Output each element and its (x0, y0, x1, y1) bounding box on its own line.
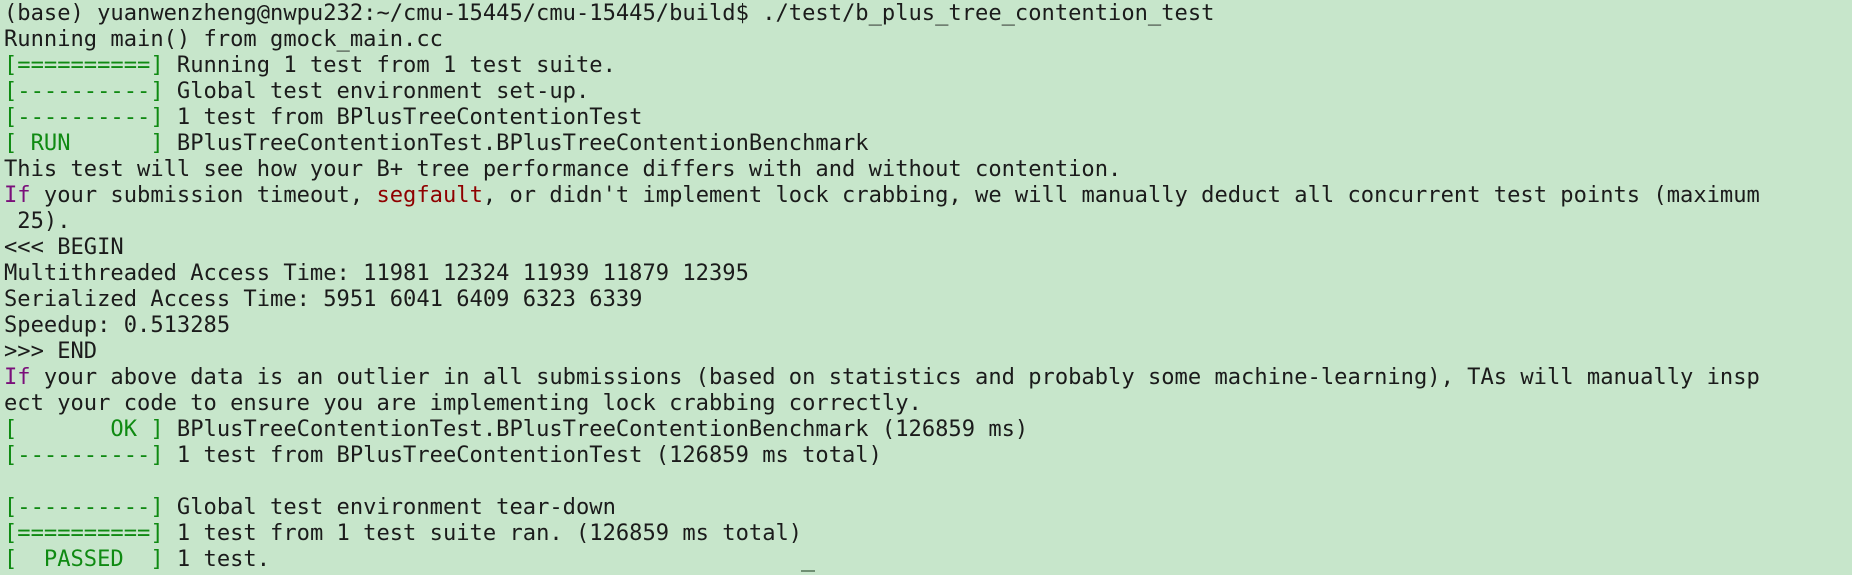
terminal-text: <<< BEGIN (4, 234, 124, 260)
terminal-text: Global test environment set-up. (163, 78, 590, 104)
terminal-text: 25). (4, 208, 71, 234)
gtest-status-marker: [==========] (4, 52, 164, 78)
terminal-line: 25). (4, 208, 1852, 234)
terminal-text: 1 test. (163, 546, 271, 572)
gtest-status-marker: [----------] (4, 442, 164, 468)
terminal-text: Speedup: 0.513285 (4, 312, 231, 338)
gtest-status-marker: [----------] (4, 78, 164, 104)
terminal-text: 1 test from BPlusTreeContentionTest (163, 104, 643, 130)
terminal-text: If (4, 182, 31, 208)
terminal-text: BPlusTreeContentionTest.BPlusTreeContent… (163, 130, 869, 156)
terminal-text: 1 test from BPlusTreeContentionTest (126… (163, 442, 882, 468)
gtest-status-marker: [ PASSED ] (4, 546, 164, 572)
terminal-text: your submission timeout, (30, 182, 377, 208)
terminal-text: (base) yuanwenzheng@nwpu232:~/cmu-15445/… (4, 0, 1215, 26)
terminal-text: Global test environment tear-down (163, 494, 616, 520)
terminal-line: >>> END (4, 338, 1852, 364)
terminal-text: BPlusTreeContentionTest.BPlusTreeContent… (163, 416, 1029, 442)
terminal-line: [ OK ] BPlusTreeContentionTest.BPlusTree… (4, 416, 1852, 442)
terminal-text: Multithreaded Access Time: 11981 12324 1… (4, 260, 749, 286)
gtest-status-marker: [ RUN ] (4, 130, 164, 156)
gtest-status-marker: [----------] (4, 494, 164, 520)
terminal-output[interactable]: (base) yuanwenzheng@nwpu232:~/cmu-15445/… (0, 0, 1852, 575)
terminal-line: [ PASSED ] 1 test. (4, 546, 1852, 572)
terminal-text: Running 1 test from 1 test suite. (163, 52, 616, 78)
terminal-line: [----------] 1 test from BPlusTreeConten… (4, 442, 1852, 468)
terminal-line: This test will see how your B+ tree perf… (4, 156, 1852, 182)
terminal-line: (base) yuanwenzheng@nwpu232:~/cmu-15445/… (4, 0, 1852, 26)
terminal-text: Running main() from gmock_main.cc (4, 26, 443, 52)
terminal-line: [ RUN ] BPlusTreeContentionTest.BPlusTre… (4, 130, 1852, 156)
terminal-text: >>> END (4, 338, 98, 364)
terminal-text: If (4, 364, 31, 390)
terminal-text: your above data is an outlier in all sub… (30, 364, 1760, 390)
terminal-line: <<< BEGIN (4, 234, 1852, 260)
terminal-line: If your above data is an outlier in all … (4, 364, 1852, 390)
terminal-text: 1 test from 1 test suite ran. (126859 ms… (163, 520, 803, 546)
terminal-line: Multithreaded Access Time: 11981 12324 1… (4, 260, 1852, 286)
terminal-text: This test will see how your B+ tree perf… (4, 156, 1122, 182)
gtest-status-marker: [ OK ] (4, 416, 164, 442)
terminal-line: If your submission timeout, segfault, or… (4, 182, 1852, 208)
terminal-line: [----------] Global test environment set… (4, 78, 1852, 104)
terminal-line: [==========] Running 1 test from 1 test … (4, 52, 1852, 78)
terminal-text: Serialized Access Time: 5951 6041 6409 6… (4, 286, 643, 312)
terminal-line: Speedup: 0.513285 (4, 312, 1852, 338)
terminal-text: ect your code to ensure you are implemen… (4, 390, 922, 416)
terminal-line: Running main() from gmock_main.cc (4, 26, 1852, 52)
terminal-line: [----------] Global test environment tea… (4, 494, 1852, 520)
terminal-line: ect your code to ensure you are implemen… (4, 390, 1852, 416)
terminal-text: segfault (376, 182, 483, 208)
terminal-line: [----------] 1 test from BPlusTreeConten… (4, 104, 1852, 130)
gtest-status-marker: [==========] (4, 520, 164, 546)
terminal-line: Serialized Access Time: 5951 6041 6409 6… (4, 286, 1852, 312)
terminal-line: [==========] 1 test from 1 test suite ra… (4, 520, 1852, 546)
terminal-cursor (801, 570, 815, 572)
terminal-text: , or didn't implement lock crabbing, we … (482, 182, 1760, 208)
gtest-status-marker: [----------] (4, 104, 164, 130)
